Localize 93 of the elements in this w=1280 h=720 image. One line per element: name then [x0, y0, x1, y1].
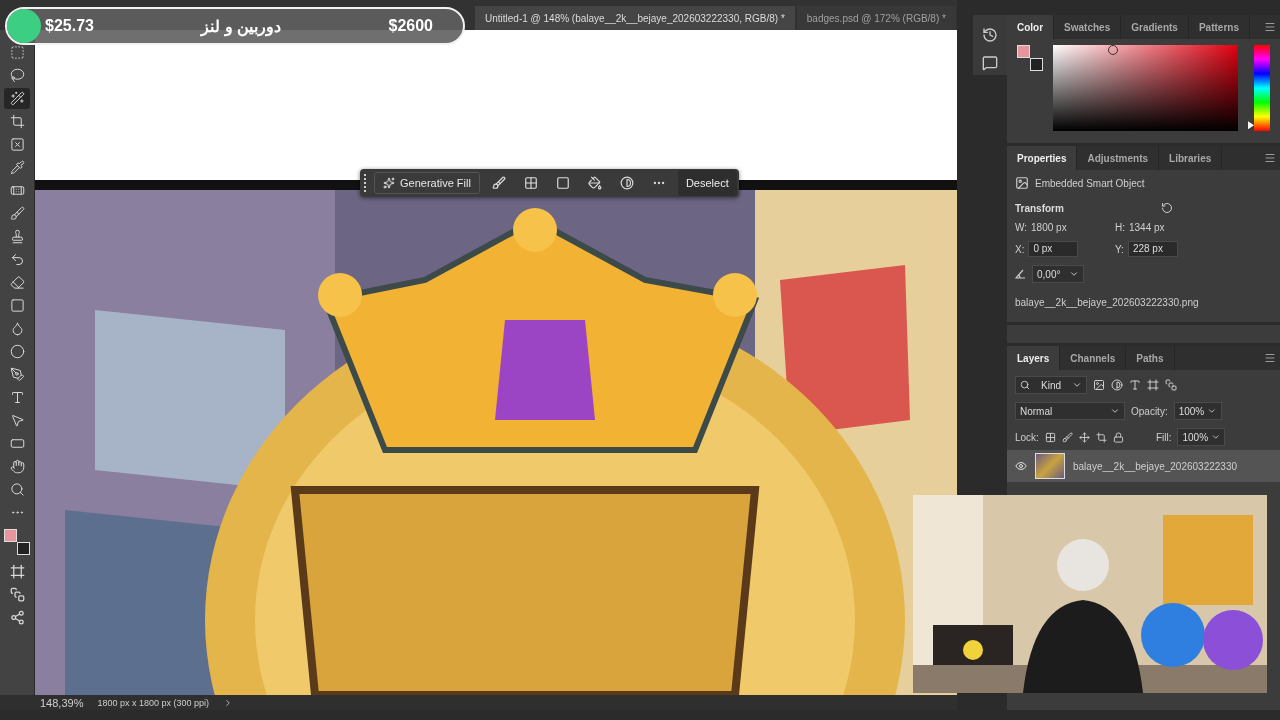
blend-mode-dropdown[interactable]: Normal [1015, 402, 1125, 420]
stream-title: دوربین و لنز [201, 16, 282, 36]
field-label: Lock: [1015, 431, 1039, 443]
foreground-swatch[interactable] [1017, 45, 1030, 58]
menu-icon[interactable] [1264, 352, 1276, 364]
fill-field[interactable]: 100% [1177, 428, 1226, 446]
type-icon[interactable] [9, 390, 25, 405]
eraser-icon[interactable] [9, 275, 25, 290]
search-icon [1020, 380, 1030, 390]
circle-icon[interactable] [9, 344, 25, 359]
history-icon[interactable] [982, 27, 998, 43]
image-icon[interactable] [1093, 379, 1105, 391]
input-field[interactable]: 0 px [1028, 241, 1079, 257]
brush-icon [491, 176, 506, 190]
chevron-down-icon [1072, 380, 1082, 390]
layer-thumbnail [1035, 453, 1065, 479]
move-icon[interactable] [1078, 431, 1090, 443]
angle-field[interactable]: 0,00° [1032, 265, 1084, 283]
coin-icon [7, 9, 41, 43]
chevron-down-icon [1211, 432, 1221, 442]
reset-icon[interactable] [1161, 202, 1173, 214]
chevron-down-icon [1069, 269, 1079, 279]
chevron-down-icon [1110, 406, 1120, 416]
layer-name: balaye__2k__bejaye_202603222330 [1073, 460, 1238, 472]
comment-icon[interactable] [982, 55, 998, 71]
foreground-swatch[interactable] [4, 529, 17, 542]
color-field[interactable] [1053, 45, 1238, 131]
bandage-icon[interactable] [9, 183, 25, 198]
field-label: Opacity: [1131, 405, 1168, 417]
crop-icon[interactable] [9, 114, 25, 129]
paint-bucket-icon [587, 176, 602, 190]
amount: $2600 [388, 17, 433, 35]
wand-icon[interactable] [9, 91, 25, 106]
section-title: Transform [1015, 202, 1065, 214]
search-icon[interactable] [9, 482, 25, 497]
pointer-icon[interactable] [9, 413, 25, 428]
generative-fill-button[interactable]: Generative Fill [374, 172, 480, 194]
field-value: 1800 px [1031, 222, 1067, 233]
deselect-button[interactable]: Deselect [677, 170, 737, 196]
grid-icon [523, 176, 538, 190]
eye-icon[interactable] [1015, 460, 1027, 472]
opacity-field[interactable]: 100% [1173, 402, 1222, 420]
file-name: balaye__2k__bejaye_202603222330.png [1015, 297, 1199, 308]
field-label: Y: [1115, 243, 1124, 255]
panel-tab[interactable]: Color [1007, 15, 1055, 39]
panel-tab[interactable]: Layers [1007, 346, 1061, 370]
field-label: H: [1115, 222, 1125, 233]
lasso-icon[interactable] [9, 68, 25, 83]
field-label: W: [1015, 222, 1028, 233]
contrast-icon[interactable] [1111, 379, 1123, 391]
chevron-right-icon[interactable] [223, 697, 233, 708]
contrast-icon [619, 176, 634, 190]
field-label: X: [1015, 243, 1025, 255]
undo-arrow-icon[interactable] [9, 252, 25, 267]
square-icon [555, 176, 570, 190]
grip-icon[interactable] [364, 174, 368, 192]
hand-icon[interactable] [9, 459, 25, 474]
hue-thumb[interactable] [1248, 121, 1254, 130]
background-swatch[interactable] [1030, 58, 1043, 71]
document-tab[interactable]: badges.psd @ 172% (RGB/8) * [796, 6, 956, 30]
wand-tool[interactable] [4, 88, 30, 109]
hue-slider[interactable] [1248, 45, 1270, 131]
filter-dropdown[interactable]: Kind [1015, 376, 1087, 394]
type-icon[interactable] [1129, 379, 1141, 391]
field-value: 1344 px [1129, 222, 1165, 233]
layer-type: Embedded Smart Object [1035, 177, 1145, 189]
crop-icon[interactable] [1095, 431, 1107, 443]
grid-icon[interactable] [1044, 431, 1056, 443]
square-icon[interactable] [9, 298, 25, 313]
eyedropper-icon[interactable] [9, 160, 25, 175]
droplet-icon[interactable] [9, 321, 25, 336]
brush-icon[interactable] [1061, 431, 1073, 443]
angle-icon [1015, 269, 1026, 279]
stamp-icon[interactable] [9, 229, 25, 244]
menu-icon[interactable] [1264, 21, 1276, 33]
zoom-level: 148,39% [40, 696, 84, 709]
document-info: 1800 px x 1800 px (300 ppi) [97, 697, 209, 708]
share-icon[interactable] [9, 610, 25, 625]
panel-tab[interactable]: Properties [1007, 146, 1078, 170]
pen-icon[interactable] [9, 367, 25, 382]
input-field[interactable]: 228 px [1127, 241, 1178, 257]
smart-object-icon [1015, 176, 1029, 190]
layer-row[interactable]: balaye__2k__bejaye_202603222330 [1007, 450, 1280, 482]
chevron-down-icon [1207, 406, 1217, 416]
rectangle-icon[interactable] [9, 436, 25, 451]
background-swatch[interactable] [17, 542, 30, 555]
amount: $25.73 [45, 17, 94, 35]
document-tab[interactable]: Untitled-1 @ 148% (balaye__2k__bejaye_202603222330, RGB/8) * [475, 6, 795, 30]
brush-icon[interactable] [9, 206, 25, 221]
sparkles-icon [383, 177, 395, 189]
menu-icon[interactable] [1264, 152, 1276, 164]
field-label: Fill: [1155, 431, 1172, 443]
lock-icon[interactable] [1112, 431, 1124, 443]
